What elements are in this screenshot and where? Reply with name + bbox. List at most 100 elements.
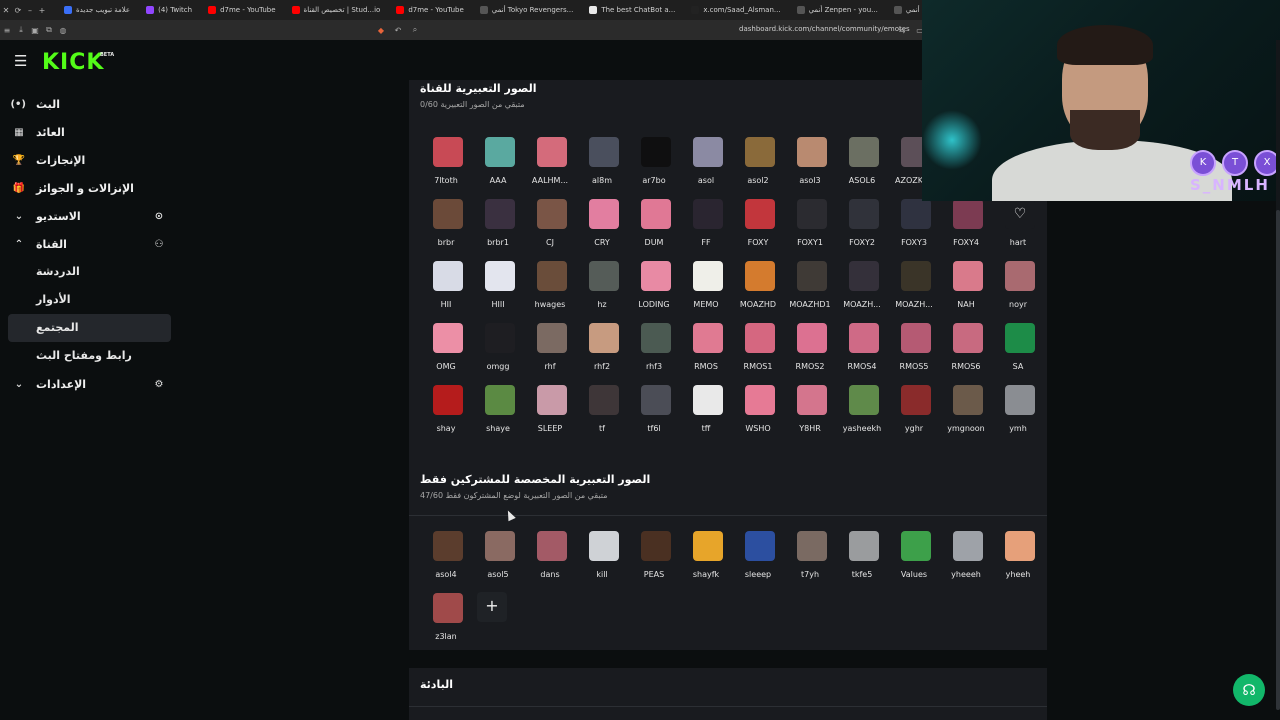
browser-tab[interactable]: The best ChatBot a...: [581, 0, 683, 20]
emote-item[interactable]: rhf3: [628, 323, 680, 385]
emote-item[interactable]: Y8HR: [784, 385, 836, 447]
browser-tab[interactable]: x.com/Saad_Alsman...: [683, 0, 788, 20]
sidebar-item-studio[interactable]: ⌄ الاستديو ⊙: [0, 202, 180, 230]
emote-item[interactable]: rhf: [524, 323, 576, 385]
emote-item[interactable]: SLEEP: [524, 385, 576, 447]
emote-item[interactable]: MOAZHD1: [784, 261, 836, 323]
emote-item[interactable]: shay: [420, 385, 472, 447]
emote-item[interactable]: MOAZH...: [836, 261, 888, 323]
reload-icon[interactable]: ⟳: [12, 6, 24, 15]
emote-item[interactable]: RMOS1: [732, 323, 784, 385]
kick-logo[interactable]: KICK: [42, 50, 104, 75]
emote-item[interactable]: MEMO: [680, 261, 732, 323]
menu-icon[interactable]: ≡: [0, 26, 14, 35]
emote-item[interactable]: omgg: [472, 323, 524, 385]
browser-tab[interactable]: d7me - YouTube: [200, 0, 283, 20]
emote-item[interactable]: AAA: [472, 137, 524, 199]
emote-item[interactable]: FOXY3: [888, 199, 940, 261]
emote-item[interactable]: hz: [576, 261, 628, 323]
emote-item[interactable]: yasheekh: [836, 385, 888, 447]
sidebar-item-community[interactable]: المجتمع: [8, 314, 171, 342]
browser-tab[interactable]: أنمي Zenpen - you...: [789, 0, 886, 20]
emote-item[interactable]: tf: [576, 385, 628, 447]
emote-item[interactable]: FOXY2: [836, 199, 888, 261]
emote-item[interactable]: NAH: [940, 261, 992, 323]
emote-item[interactable]: 7ltoth: [420, 137, 472, 199]
minimize-icon[interactable]: –: [24, 6, 36, 15]
emote-item[interactable]: z3lan: [420, 593, 472, 655]
emote-item[interactable]: Values: [888, 531, 940, 593]
vpn-icon[interactable]: ◍: [56, 26, 70, 35]
emote-item[interactable]: rhf2: [576, 323, 628, 385]
emote-item[interactable]: hwages: [524, 261, 576, 323]
emote-item[interactable]: ASOL6: [836, 137, 888, 199]
sidebar-item-revenue[interactable]: ▦ العائد: [0, 118, 180, 146]
emote-item[interactable]: HIII: [472, 261, 524, 323]
emote-item[interactable]: yheeeh: [940, 531, 992, 593]
sidebar-item-roles[interactable]: الأدوار: [0, 286, 180, 314]
back-icon[interactable]: ↶: [391, 26, 405, 35]
emote-item[interactable]: ♡ hart: [992, 199, 1044, 261]
emote-item[interactable]: RMOS4: [836, 323, 888, 385]
emote-item[interactable]: sleeep: [732, 531, 784, 593]
emote-item[interactable]: CRY: [576, 199, 628, 261]
emote-item[interactable]: CJ: [524, 199, 576, 261]
scrollbar[interactable]: [1276, 40, 1280, 710]
emote-item[interactable]: tkfe5: [836, 531, 888, 593]
emote-item[interactable]: asol3: [784, 137, 836, 199]
emote-item[interactable]: kill: [576, 531, 628, 593]
emote-item[interactable]: t7yh: [784, 531, 836, 593]
sidebar-item-settings[interactable]: ⌄ الإعدادات ⚙: [0, 370, 180, 398]
emote-item[interactable]: MOAZHD: [732, 261, 784, 323]
emote-item[interactable]: PEAS: [628, 531, 680, 593]
new-tab-icon[interactable]: +: [36, 6, 48, 15]
emote-item[interactable]: tf6l: [628, 385, 680, 447]
emote-item[interactable]: yghr: [888, 385, 940, 447]
shield-icon[interactable]: ◆: [374, 26, 388, 35]
emote-item[interactable]: asol: [680, 137, 732, 199]
sidebar-toggle-icon[interactable]: ▣: [28, 26, 42, 35]
emote-item[interactable]: shaye: [472, 385, 524, 447]
emote-item[interactable]: ymgnoon: [940, 385, 992, 447]
emote-item[interactable]: RMOS5: [888, 323, 940, 385]
url-field[interactable]: dashboard.kick.com/channel/community/emo…: [739, 25, 910, 33]
hamburger-menu-icon[interactable]: ☰: [14, 54, 30, 69]
add-emote-button[interactable]: +: [477, 592, 507, 622]
scrollbar-thumb[interactable]: [1276, 210, 1280, 710]
emote-item[interactable]: RMOS6: [940, 323, 992, 385]
emote-item[interactable]: RMOS2: [784, 323, 836, 385]
emote-item[interactable]: WSHO: [732, 385, 784, 447]
emote-item[interactable]: asol4: [420, 531, 472, 593]
emote-item[interactable]: asol2: [732, 137, 784, 199]
sidebar-item-channel[interactable]: ⌃ القناة ⚇: [0, 230, 180, 258]
emote-item[interactable]: FOXY4: [940, 199, 992, 261]
emote-item[interactable]: RMOS: [680, 323, 732, 385]
emote-item[interactable]: asol5: [472, 531, 524, 593]
emote-item[interactable]: noyr: [992, 261, 1044, 323]
browser-tab[interactable]: تخصيص القناة | Stud...io: [284, 0, 389, 20]
translate-icon[interactable]: ⇆: [895, 26, 909, 35]
emote-item[interactable]: MOAZH...: [888, 261, 940, 323]
emote-item[interactable]: FOXY: [732, 199, 784, 261]
extensions-icon[interactable]: ⧉: [42, 25, 56, 35]
browser-tab[interactable]: علامة تبويب جديدة: [56, 0, 138, 20]
sidebar-item-stream-key[interactable]: رابط ومفتاح البث: [0, 342, 180, 370]
emote-item[interactable]: DUM: [628, 199, 680, 261]
emote-item[interactable]: SA: [992, 323, 1044, 385]
close-window-icon[interactable]: ✕: [0, 6, 12, 15]
emote-item[interactable]: FF: [680, 199, 732, 261]
search-icon[interactable]: ⌕: [408, 25, 422, 35]
emote-item[interactable]: HII: [420, 261, 472, 323]
emote-item[interactable]: ymh: [992, 385, 1044, 447]
emote-item[interactable]: tff: [680, 385, 732, 447]
emote-item[interactable]: FOXY1: [784, 199, 836, 261]
sidebar-item-broadcast[interactable]: (•) البث: [0, 90, 180, 118]
sidebar-item-drops[interactable]: 🎁 الإنزالات و الجوائز: [0, 174, 180, 202]
emote-item[interactable]: ar7bo: [628, 137, 680, 199]
emote-item[interactable]: brbr1: [472, 199, 524, 261]
emote-item[interactable]: yheeh: [992, 531, 1044, 593]
download-icon[interactable]: ⤓: [14, 25, 28, 35]
browser-tab[interactable]: d7me - YouTube: [388, 0, 471, 20]
emote-item[interactable]: brbr: [420, 199, 472, 261]
emote-item[interactable]: dans: [524, 531, 576, 593]
